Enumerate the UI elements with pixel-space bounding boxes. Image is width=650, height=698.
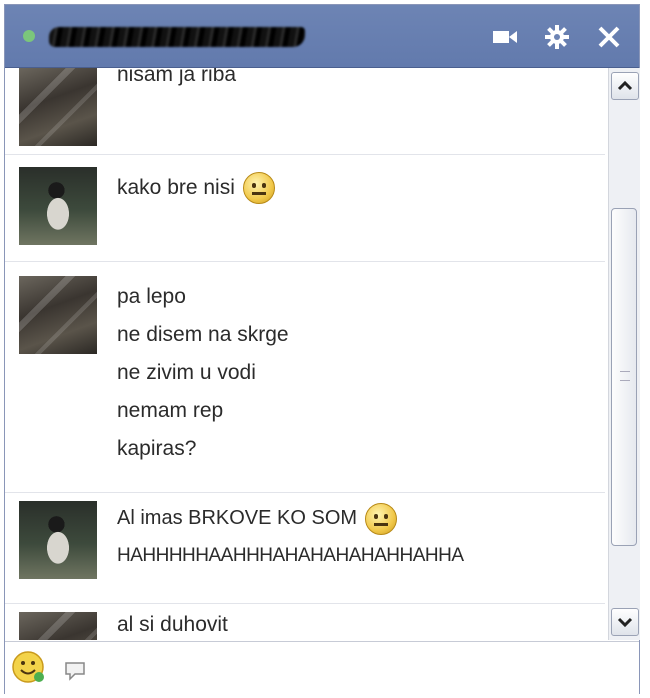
message-line-text: Al imas BRKOVE KO SOM [117, 507, 358, 529]
message-line: kako bre nisi [117, 169, 275, 207]
chevron-down-icon [617, 617, 633, 628]
message-item: pa lepo ne disem na skrge ne zivim u vod… [5, 262, 605, 493]
video-camera-icon[interactable] [491, 23, 519, 51]
confused-emoji-icon [365, 502, 398, 535]
message-text: pa lepo ne disem na skrge ne zivim u vod… [117, 278, 289, 468]
message-line: nemam rep [117, 399, 224, 422]
message-line-text: kako bre nisi [117, 176, 235, 199]
message-item: nisam ja riba [5, 68, 605, 155]
chat-window: nisam ja riba kako bre nisi pa lepo ne d… [4, 4, 640, 694]
message-text: kako bre nisi [117, 169, 275, 207]
message-line: HAHHHHHAAHHHAHAHAHAHAHHAHHA [117, 545, 464, 566]
gear-icon[interactable] [543, 23, 571, 51]
scroll-grip [620, 371, 630, 381]
scrollbar[interactable] [608, 68, 640, 640]
scroll-up-button[interactable] [611, 72, 639, 100]
message-line: kapiras? [117, 437, 197, 460]
message-text: nisam ja riba [117, 68, 236, 94]
user-avatar[interactable] [19, 501, 97, 579]
message-line: nisam ja riba [117, 68, 237, 86]
scroll-thumb[interactable] [611, 208, 637, 546]
message-line: ne disem na skrge [117, 323, 289, 346]
message-item: al si duhovit [5, 604, 605, 640]
message-line: ne zivim u vodi [117, 361, 256, 384]
chevron-up-icon [617, 80, 633, 91]
message-item: kako bre nisi [5, 155, 605, 262]
user-avatar[interactable] [19, 167, 97, 245]
message-line: al si duhovit [117, 613, 228, 636]
message-list[interactable]: nisam ja riba kako bre nisi pa lepo ne d… [5, 68, 605, 640]
confused-emoji-icon [242, 172, 275, 205]
message-text: Al imas BRKOVE KO SOM HAHHHHHAAHHHAHAHAH… [117, 499, 464, 575]
redaction-scribble [49, 27, 305, 47]
scroll-down-button[interactable] [611, 608, 639, 636]
emote-picker-icon[interactable] [63, 660, 87, 682]
smiley-icon[interactable] [11, 650, 45, 684]
friend-avatar[interactable] [19, 68, 97, 146]
message-text: al si duhovit [117, 606, 228, 640]
message-line: Al imas BRKOVE KO SOM [117, 499, 464, 537]
close-icon[interactable] [595, 23, 623, 51]
message-line: pa lepo [117, 285, 186, 308]
message-item: Al imas BRKOVE KO SOM HAHHHHHAAHHHAHAHAH… [5, 493, 605, 604]
online-status-icon [23, 30, 35, 42]
friend-avatar[interactable] [19, 276, 97, 354]
friend-avatar[interactable] [19, 612, 97, 640]
message-composer[interactable] [5, 641, 639, 694]
chat-titlebar[interactable] [5, 5, 639, 68]
